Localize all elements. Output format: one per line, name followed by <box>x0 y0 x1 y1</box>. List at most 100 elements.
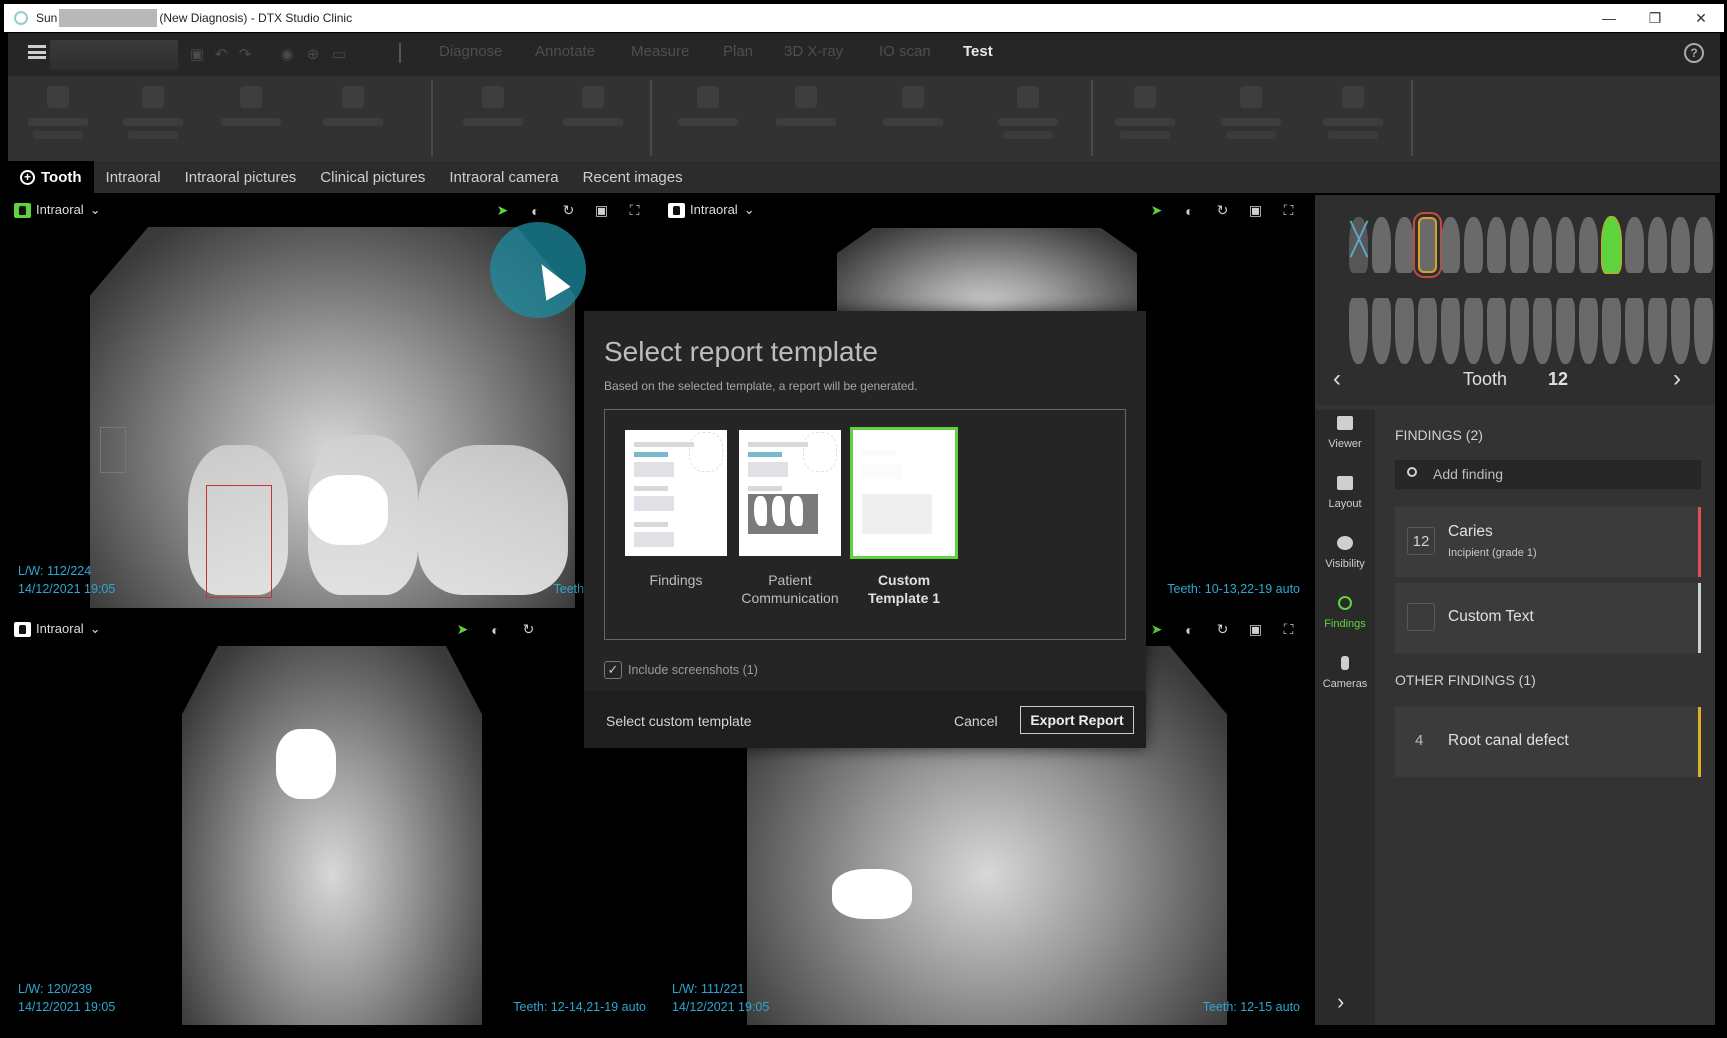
contrast-icon[interactable]: ◐ <box>1180 201 1199 220</box>
select-custom-template-button[interactable]: Select custom template <box>606 713 752 729</box>
ribbon-tool[interactable] <box>1206 82 1296 154</box>
tooth[interactable] <box>1487 217 1506 273</box>
redo-icon[interactable]: ↷ <box>236 43 254 65</box>
restore-button[interactable]: ❐ <box>1632 4 1678 32</box>
fit-icon[interactable]: ▣ <box>592 201 611 220</box>
ribbon-tool[interactable] <box>308 82 398 154</box>
finding-region-marker[interactable] <box>206 485 272 598</box>
tooth-highlighted[interactable] <box>1602 217 1621 273</box>
contrast-icon[interactable]: ◐ <box>526 201 545 220</box>
viewport-bottom-left[interactable]: Intraoral ⌄ ➤ ◐ ↻ L/W: 120/239 14/12/2021… <box>8 614 658 1025</box>
tab-intraoral-camera[interactable]: Intraoral camera <box>437 161 570 193</box>
fullscreen-icon[interactable]: ⛶ <box>1279 620 1298 639</box>
rail-viewer[interactable]: Viewer <box>1315 410 1375 468</box>
tooth-missing[interactable] <box>1349 217 1368 273</box>
contrast-icon[interactable]: ◐ <box>1180 620 1199 639</box>
source-dropdown[interactable]: Intraoral ⌄ <box>36 202 101 218</box>
menu-io-scan[interactable]: IO scan <box>879 43 931 60</box>
source-dropdown[interactable]: Intraoral ⌄ <box>36 621 101 637</box>
tab-tooth[interactable]: + Tooth <box>8 161 94 193</box>
ribbon-tool[interactable] <box>1308 82 1398 154</box>
tooth[interactable] <box>1556 217 1575 273</box>
tooth[interactable] <box>1579 298 1598 364</box>
tooth[interactable] <box>1533 298 1552 364</box>
save-icon[interactable]: ▣ <box>188 43 206 65</box>
rail-layout[interactable]: Layout <box>1315 470 1375 528</box>
cancel-button[interactable]: Cancel <box>954 713 998 729</box>
ribbon-tool[interactable] <box>663 82 753 154</box>
region-marker[interactable] <box>100 427 126 473</box>
finding-card[interactable]: Custom Text <box>1395 583 1701 653</box>
menu-plan[interactable]: Plan <box>723 43 753 60</box>
pointer-icon[interactable]: ➤ <box>493 201 512 220</box>
menu-test[interactable]: Test <box>963 43 993 60</box>
menu-diagnose[interactable]: Diagnose <box>439 43 502 60</box>
template-findings[interactable]: Findings <box>625 430 727 589</box>
tooth[interactable] <box>1372 217 1391 273</box>
tab-intraoral[interactable]: Intraoral <box>94 161 173 193</box>
tooth[interactable] <box>1418 298 1437 364</box>
tab-recent-images[interactable]: Recent images <box>571 161 695 193</box>
tooth[interactable] <box>1510 217 1529 273</box>
include-screenshots-option[interactable]: ✓ Include screenshots (1) <box>604 661 758 679</box>
ribbon-tool-finding[interactable] <box>548 82 638 154</box>
pointer-icon[interactable]: ➤ <box>1147 201 1166 220</box>
ribbon-tool[interactable] <box>108 82 198 154</box>
finding-card[interactable]: 12 Caries Incipient (grade 1) <box>1395 507 1701 577</box>
tooth[interactable] <box>1441 298 1460 364</box>
pointer-icon[interactable]: ➤ <box>453 620 472 639</box>
tooth[interactable] <box>1372 298 1391 364</box>
target-icon[interactable]: ◉ <box>278 43 296 65</box>
help-icon[interactable]: ? <box>1684 43 1704 63</box>
fit-icon[interactable]: ▣ <box>1246 201 1265 220</box>
source-dropdown[interactable]: Intraoral ⌄ <box>690 202 755 218</box>
pointer-icon[interactable]: ➤ <box>1147 620 1166 639</box>
export-report-button[interactable]: Export Report <box>1020 706 1134 734</box>
include-screenshots-checkbox[interactable]: ✓ <box>604 661 622 679</box>
tooth[interactable] <box>1556 298 1575 364</box>
chevron-left-icon[interactable]: ‹ <box>1333 365 1353 393</box>
tooth[interactable] <box>1694 217 1713 273</box>
tooth[interactable] <box>1579 217 1598 273</box>
minimize-button[interactable]: — <box>1586 4 1632 32</box>
tooth[interactable] <box>1648 298 1667 364</box>
tooth[interactable] <box>1464 298 1483 364</box>
menu-3d-xray[interactable]: 3D X-ray <box>784 43 843 60</box>
ribbon-tool[interactable] <box>761 82 851 154</box>
rail-findings[interactable]: Findings <box>1315 590 1375 648</box>
rail-cameras[interactable]: Cameras <box>1315 650 1375 708</box>
hamburger-menu-icon[interactable] <box>28 45 46 59</box>
tooth[interactable] <box>1395 298 1414 364</box>
add-finding-input[interactable] <box>1433 463 1693 485</box>
tooth[interactable] <box>1510 298 1529 364</box>
tooth[interactable] <box>1395 217 1414 273</box>
tooth[interactable] <box>1533 217 1552 273</box>
menu-annotate[interactable]: Annotate <box>535 43 595 60</box>
ribbon-tool[interactable] <box>1100 82 1190 154</box>
screen-icon[interactable]: ▭ <box>330 43 348 65</box>
ribbon-tool-screenshot[interactable] <box>448 82 538 154</box>
crosshair-icon[interactable]: ⊕ <box>304 43 322 65</box>
tooth[interactable] <box>1602 298 1621 364</box>
tooth[interactable] <box>1671 217 1690 273</box>
ribbon-tool[interactable] <box>206 82 296 154</box>
chevron-right-icon[interactable]: › <box>1673 365 1693 393</box>
template-patient-communication[interactable]: Patient Communication <box>739 430 841 607</box>
close-button[interactable]: ✕ <box>1678 4 1724 32</box>
ribbon-tool[interactable] <box>868 82 958 154</box>
rotate-icon[interactable]: ↻ <box>519 620 538 639</box>
expand-chevron-icon[interactable]: › <box>1337 989 1344 1015</box>
ribbon-tool[interactable] <box>983 82 1073 154</box>
tooth[interactable] <box>1671 298 1690 364</box>
rotate-icon[interactable]: ↻ <box>1213 201 1232 220</box>
undo-icon[interactable]: ↶ <box>212 43 230 65</box>
fullscreen-icon[interactable]: ⛶ <box>625 201 644 220</box>
tooth[interactable] <box>1694 298 1713 364</box>
finding-card[interactable]: 4 Root canal defect <box>1395 707 1701 777</box>
ribbon-tool[interactable] <box>13 82 103 154</box>
tooth[interactable] <box>1441 217 1460 273</box>
rotate-icon[interactable]: ↻ <box>559 201 578 220</box>
contrast-icon[interactable]: ◐ <box>486 620 505 639</box>
tooth[interactable] <box>1349 298 1368 364</box>
tooth[interactable] <box>1625 298 1644 364</box>
